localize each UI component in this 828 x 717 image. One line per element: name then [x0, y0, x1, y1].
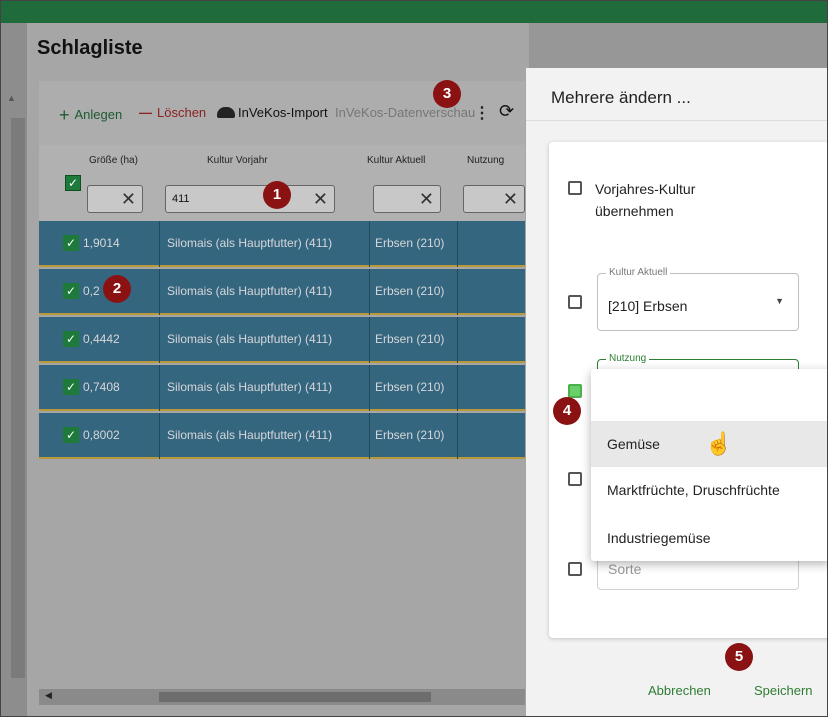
dropdown-option-industriegemuese[interactable]: Industriegemüse: [591, 515, 827, 561]
vorjahr-checkbox[interactable]: [568, 181, 582, 195]
hand-pointer-icon: ☝: [705, 431, 733, 456]
cell-kultur-aktuell: Erbsen (210): [375, 332, 445, 346]
table-row[interactable]: ✓ 0,4442 Silomais (als Hauptfutter) (411…: [39, 317, 525, 363]
invekos-datenverschau-button[interactable]: InVeKos-Datenverschau: [335, 105, 475, 120]
row-checkbox[interactable]: ✓: [63, 331, 79, 347]
grid-body: ✓ 1,9014 Silomais (als Hauptfutter) (411…: [39, 221, 525, 461]
filter-groesse[interactable]: ✕: [87, 185, 143, 213]
kultur-aktuell-select[interactable]: Kultur Aktuell [210] Erbsen ▼: [597, 267, 799, 331]
cell-kultur-aktuell: Erbsen (210): [375, 380, 445, 394]
more-vert-icon[interactable]: ⋮: [474, 103, 490, 123]
nutzung-dropdown-menu: Gemüse ☝ Marktfrüchte, Druschfrüchte Ind…: [591, 369, 827, 561]
clear-icon[interactable]: ✕: [503, 189, 518, 210]
cell-kultur-aktuell: Erbsen (210): [375, 284, 445, 298]
vertical-scrollbar[interactable]: ▲: [1, 23, 27, 716]
divider: [526, 120, 827, 121]
cloud-upload-icon: [217, 107, 235, 118]
sorte-checkbox[interactable]: [568, 562, 582, 576]
cell-kultur-vorjahr: Silomais (als Hauptfutter) (411): [167, 428, 333, 442]
step-badge-3: 3: [433, 80, 461, 108]
delete-button[interactable]: — Löschen: [139, 105, 206, 120]
scrollbar-thumb[interactable]: [11, 118, 25, 678]
sync-icon[interactable]: ⟳: [499, 101, 514, 122]
page-title: Schlagliste: [37, 37, 143, 59]
step-badge-5: 5: [725, 643, 753, 671]
step-badge-1: 1: [263, 181, 291, 209]
filter-kultur-vorjahr[interactable]: 411 ✕: [165, 185, 335, 213]
add-button[interactable]: + Anlegen: [59, 105, 122, 126]
vorjahr-label: Vorjahres-Kultur übernehmen: [595, 181, 696, 219]
kultur-aktuell-value: [210] Erbsen: [608, 298, 688, 314]
row-checkbox[interactable]: ✓: [63, 235, 79, 251]
cell-size: 1,9014: [83, 236, 120, 250]
cell-kultur-vorjahr: Silomais (als Hauptfutter) (411): [167, 380, 333, 394]
row-checkbox[interactable]: ✓: [63, 283, 79, 299]
cell-kultur-vorjahr: Silomais (als Hauptfutter) (411): [167, 332, 333, 346]
filter-kultur-aktuell[interactable]: ✕: [373, 185, 441, 213]
column-header-nutzung[interactable]: Nutzung: [467, 155, 504, 166]
filter-nutzung[interactable]: ✕: [463, 185, 525, 213]
scroll-left-arrow-icon[interactable]: ◀: [45, 690, 52, 701]
plus-icon: +: [59, 105, 70, 125]
table-row[interactable]: ✓ 1,9014 Silomais (als Hauptfutter) (411…: [39, 221, 525, 267]
panel-actions: Abbrechen Speichern: [526, 658, 827, 716]
nutzung-checkbox[interactable]: [568, 384, 582, 398]
table-row[interactable]: ✓ 0,8002 Silomais (als Hauptfutter) (411…: [39, 413, 525, 459]
main-content: Schlagliste + Anlegen — Löschen InVeKos-Im…: [27, 23, 529, 716]
table-row[interactable]: ✓ 0,7408 Silomais (als Hauptfutter) (411…: [39, 365, 525, 411]
step-badge-4: 4: [553, 397, 581, 425]
chevron-down-icon: ▼: [775, 296, 784, 306]
filter-value: 411: [172, 193, 190, 205]
column-header-groesse[interactable]: Größe (ha): [89, 155, 138, 166]
clear-icon[interactable]: ✕: [419, 189, 434, 210]
cell-size: 0,7408: [83, 380, 120, 394]
kultur-aktuell-checkbox[interactable]: [568, 295, 582, 309]
cancel-button[interactable]: Abbrechen: [648, 683, 711, 698]
scroll-up-arrow-icon[interactable]: ▲: [7, 93, 16, 103]
cell-kultur-aktuell: Erbsen (210): [375, 428, 445, 442]
invekos-import-button[interactable]: InVeKos-Import: [217, 105, 328, 120]
cell-kultur-vorjahr: Silomais (als Hauptfutter) (411): [167, 284, 333, 298]
panel-title: Mehrere ändern ...: [551, 88, 691, 107]
cell-kultur-vorjahr: Silomais (als Hauptfutter) (411): [167, 236, 333, 250]
cell-size: 0,4442: [83, 332, 120, 346]
row-checkbox[interactable]: ✓: [63, 427, 79, 443]
step-badge-2: 2: [103, 275, 131, 303]
horizontal-scrollbar[interactable]: ◀: [39, 689, 525, 705]
minus-icon: —: [139, 105, 152, 120]
column-header-kultur-aktuell[interactable]: Kultur Aktuell: [367, 155, 425, 166]
column-header-kultur-vorjahr[interactable]: Kultur Vorjahr: [207, 155, 268, 166]
sorte-placeholder: Sorte: [608, 561, 642, 577]
nutzung-label: Nutzung: [606, 353, 650, 364]
scrollbar-thumb[interactable]: [159, 692, 431, 702]
clear-icon[interactable]: ✕: [121, 189, 136, 210]
cell-size: 0,2: [83, 284, 100, 298]
select-all-checkbox[interactable]: ✓: [65, 175, 81, 191]
kultur-aktuell-label: Kultur Aktuell: [606, 267, 671, 278]
top-bar: [1, 1, 827, 23]
save-button[interactable]: Speichern: [754, 683, 813, 698]
cell-kultur-aktuell: Erbsen (210): [375, 236, 445, 250]
clear-icon[interactable]: ✕: [313, 189, 328, 210]
field-checkbox[interactable]: [568, 472, 582, 486]
row-checkbox[interactable]: ✓: [63, 379, 79, 395]
app-window: ▲ Schlagliste + Anlegen — Löschen InVeKos-…: [0, 0, 828, 717]
cell-size: 0,8002: [83, 428, 120, 442]
dropdown-option-marktfruechte[interactable]: Marktfrüchte, Druschfrüchte: [591, 467, 827, 513]
